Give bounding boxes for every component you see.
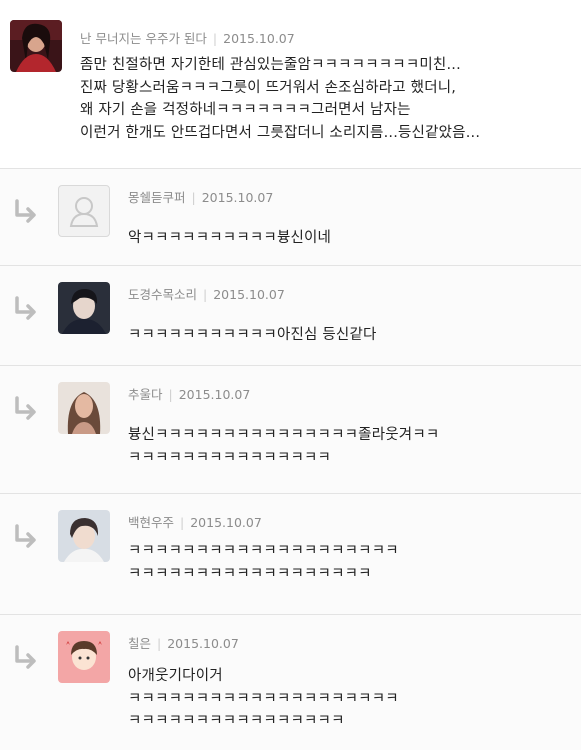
comment-text: ㅋㅋㅋㅋㅋㅋㅋㅋㅋㅋㅋ아진심 등신같다 [128, 327, 377, 343]
comment-author[interactable]: 도경수목소리 [128, 287, 197, 302]
meta-divider: | [168, 387, 173, 402]
reply-arrow-icon [15, 396, 36, 420]
comment-date: 2015.10.07 [201, 190, 274, 205]
comment-author[interactable]: 백현우주 [128, 515, 174, 530]
meta-divider: | [212, 31, 218, 46]
comment-thread: 난 무너지는 우주가 된다 | 2015.10.07 좀만 친절하면 자기한테 관심… [0, 0, 581, 750]
comment-author[interactable]: 몽쉘듣쿠퍼 [128, 190, 186, 205]
reply-arrow-icon [15, 199, 36, 223]
comment-date: 2015.10.07 [223, 31, 295, 46]
comment-meta: 칠은 | 2015.10.07 [128, 633, 239, 652]
comment-meta: 추울다 | 2015.10.07 [128, 384, 250, 403]
user-avatar[interactable] [58, 282, 110, 334]
comment-item: 난 무너지는 우주가 된다 | 2015.10.07 좀만 친절하면 자기한테 관심… [0, 0, 581, 168]
meta-divider: | [180, 515, 185, 530]
user-avatar[interactable] [10, 20, 62, 72]
comment-text: ㅋㅋㅋㅋㅋㅋㅋㅋㅋㅋㅋㅋㅋㅋㅋㅋㅋㅋㅋㅋ ㅋㅋㅋㅋㅋㅋㅋㅋㅋㅋㅋㅋㅋㅋㅋㅋㅋㅋ [128, 543, 399, 582]
reply-item: 칠은 | 2015.10.07 아개웃기다이거 ㅋㅋㅋㅋㅋㅋㅋㅋㅋㅋㅋㅋㅋㅋㅋㅋㅋㅋ… [0, 614, 581, 750]
reply-arrow-icon [15, 645, 36, 669]
comment-author[interactable]: 난 무너지는 우주가 된다 [80, 31, 207, 46]
comment-text: 좀만 친절하면 자기한테 관심있는줄암ㅋㅋㅋㅋㅋㅋㅋㅋ미친... 진짜 당황스러… [80, 57, 481, 141]
comment-text: 븅신ㅋㅋㅋㅋㅋㅋㅋㅋㅋㅋㅋㅋㅋㅋㅋ졸라웃겨ㅋㅋ ㅋㅋㅋㅋㅋㅋㅋㅋㅋㅋㅋㅋㅋㅋㅋ [128, 427, 440, 466]
comment-author[interactable]: 칠은 [128, 636, 151, 651]
comment-meta: 난 무너지는 우주가 된다 | 2015.10.07 [80, 28, 295, 47]
comment-text: 아개웃기다이거 ㅋㅋㅋㅋㅋㅋㅋㅋㅋㅋㅋㅋㅋㅋㅋㅋㅋㅋㅋㅋ ㅋㅋㅋㅋㅋㅋㅋㅋㅋㅋㅋ… [128, 668, 399, 729]
reply-item: 백현우주 | 2015.10.07 ㅋㅋㅋㅋㅋㅋㅋㅋㅋㅋㅋㅋㅋㅋㅋㅋㅋㅋㅋㅋ ㅋㅋㅋ… [0, 493, 581, 614]
reply-arrow-icon [15, 524, 36, 548]
meta-divider: | [157, 636, 162, 651]
comment-meta: 도경수목소리 | 2015.10.07 [128, 284, 285, 303]
comment-text: 악ㅋㅋㅋㅋㅋㅋㅋㅋㅋㅋ븅신이네 [128, 230, 332, 246]
reply-item: 도경수목소리 | 2015.10.07 ㅋㅋㅋㅋㅋㅋㅋㅋㅋㅋㅋ아진심 등신같다 [0, 265, 581, 365]
default-profile-icon[interactable] [58, 185, 110, 237]
comment-meta: 몽쉘듣쿠퍼 | 2015.10.07 [128, 187, 273, 206]
reply-item: 추울다 | 2015.10.07 븅신ㅋㅋㅋㅋㅋㅋㅋㅋㅋㅋㅋㅋㅋㅋㅋ졸라웃겨ㅋㅋ ㅋ… [0, 365, 581, 493]
comment-meta: 백현우주 | 2015.10.07 [128, 512, 262, 531]
comment-date: 2015.10.07 [178, 387, 251, 402]
user-avatar[interactable] [58, 382, 110, 434]
comment-author[interactable]: 추울다 [128, 387, 163, 402]
user-avatar[interactable] [58, 510, 110, 562]
meta-divider: | [191, 190, 196, 205]
meta-divider: | [203, 287, 208, 302]
reply-arrow-icon [15, 296, 36, 320]
comment-date: 2015.10.07 [167, 636, 239, 651]
comment-date: 2015.10.07 [190, 515, 262, 530]
user-avatar[interactable] [58, 631, 110, 683]
comment-date: 2015.10.07 [213, 287, 285, 302]
reply-item: 몽쉘듣쿠퍼 | 2015.10.07 악ㅋㅋㅋㅋㅋㅋㅋㅋㅋㅋ븅신이네 [0, 168, 581, 265]
